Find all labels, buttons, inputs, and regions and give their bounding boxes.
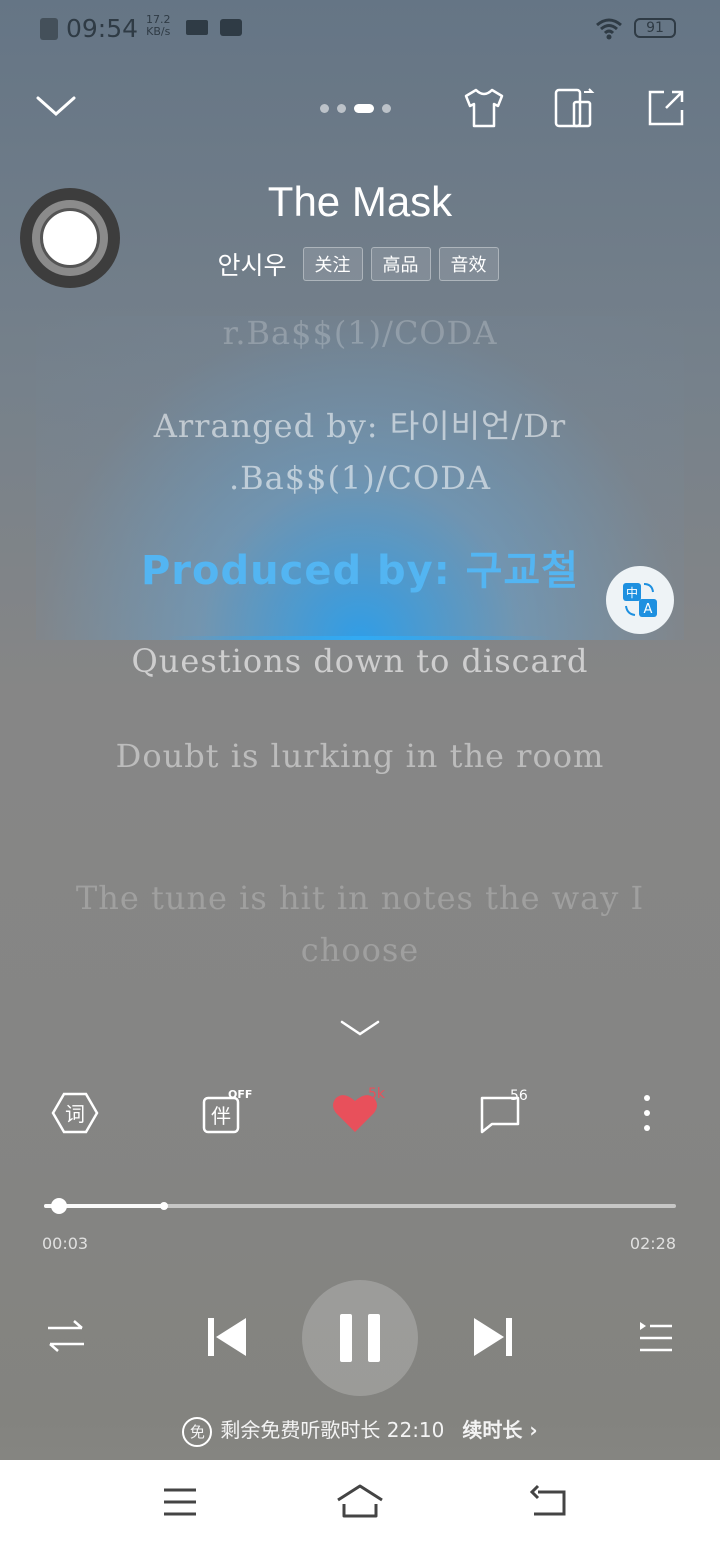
artist-name[interactable]: 안시우 [217, 251, 286, 280]
playlist-icon[interactable] [636, 1316, 676, 1356]
video-icon [220, 19, 242, 36]
pause-button[interactable] [302, 1280, 418, 1396]
collapse-chevron-icon[interactable] [34, 84, 78, 128]
device-switch-icon[interactable] [552, 86, 596, 130]
sim-icon [40, 18, 58, 40]
quality-tag[interactable]: 高品 [370, 247, 431, 281]
more-options-icon[interactable] [622, 1088, 672, 1138]
page-dot-active [354, 104, 374, 113]
play-mode-icon[interactable] [44, 1316, 88, 1356]
battery-indicator: 91 [634, 18, 676, 38]
svg-text:伴: 伴 [211, 1104, 231, 1128]
status-time: 09:54 [66, 14, 139, 43]
svg-text:中: 中 [626, 585, 638, 600]
lyrics-poster-icon[interactable]: 词 [50, 1088, 100, 1138]
pause-icon-bar-left [340, 1314, 352, 1362]
artist-row: 안시우 关注 高品 音效 [0, 246, 720, 282]
menu-icon[interactable] [156, 1482, 204, 1522]
home-icon[interactable] [336, 1482, 384, 1522]
network-speed: 17.2 KB/s [146, 14, 171, 38]
accompany-state: OFF [228, 1088, 253, 1101]
video-call-icon [186, 20, 208, 35]
page-dot [382, 104, 391, 113]
comment-count: 56 [510, 1088, 528, 1104]
total-time: 02:28 [629, 1234, 676, 1253]
lyric-line[interactable]: r.Ba$$(1)/CODA [60, 314, 660, 352]
status-bar: 09:54 17.2 KB/s 91 [0, 0, 720, 58]
next-track-icon[interactable] [470, 1314, 516, 1360]
system-nav-bar [0, 1460, 720, 1544]
chevron-down-icon[interactable] [340, 1018, 380, 1040]
lyric-line-active[interactable]: Produced by: 구교철 [60, 538, 660, 596]
translate-icon[interactable]: 中 A [606, 566, 674, 634]
lyric-line[interactable]: Doubt is lurking in the room [60, 730, 660, 782]
extend-time-link[interactable]: 续时长 › [462, 1418, 537, 1442]
svg-text:A: A [644, 602, 653, 617]
network-speed-unit: KB/s [146, 25, 171, 38]
sound-effect-tag[interactable]: 音效 [438, 247, 499, 281]
lyric-line[interactable]: Questions down to discard [60, 642, 660, 680]
share-icon[interactable] [644, 86, 688, 130]
wifi-icon [596, 18, 622, 40]
chevron-right-icon: › [529, 1418, 538, 1442]
like-count: 5k [368, 1086, 386, 1102]
back-icon[interactable] [526, 1482, 574, 1522]
page-dot [320, 104, 329, 113]
song-title: The Mask [267, 178, 453, 225]
extend-time-label: 续时长 [462, 1418, 523, 1442]
buffer-marker [160, 1202, 169, 1210]
lyric-line[interactable]: The tune is hit in notes the way I choos… [60, 872, 660, 976]
previous-track-icon[interactable] [204, 1314, 250, 1360]
lyric-line[interactable]: Arranged by: 타이비언/Dr .Ba$$(1)/CODA [60, 400, 660, 504]
free-listen-row: 免剩余免费听歌时长 22:10 续时长 › [0, 1414, 720, 1447]
page-indicator [320, 98, 399, 113]
pause-icon-bar-right [368, 1314, 380, 1362]
progress-thumb[interactable] [50, 1198, 67, 1214]
tshirt-skin-icon[interactable] [462, 86, 506, 130]
lyric-highlight-line [168, 636, 552, 640]
current-time: 00:03 [42, 1234, 89, 1253]
follow-button[interactable]: 关注 [302, 247, 363, 281]
svg-text:词: 词 [65, 1102, 85, 1126]
free-icon: 免 [182, 1416, 213, 1447]
page-dot [337, 104, 346, 113]
free-time-remaining: 剩余免费听歌时长 22:10 [220, 1418, 445, 1442]
